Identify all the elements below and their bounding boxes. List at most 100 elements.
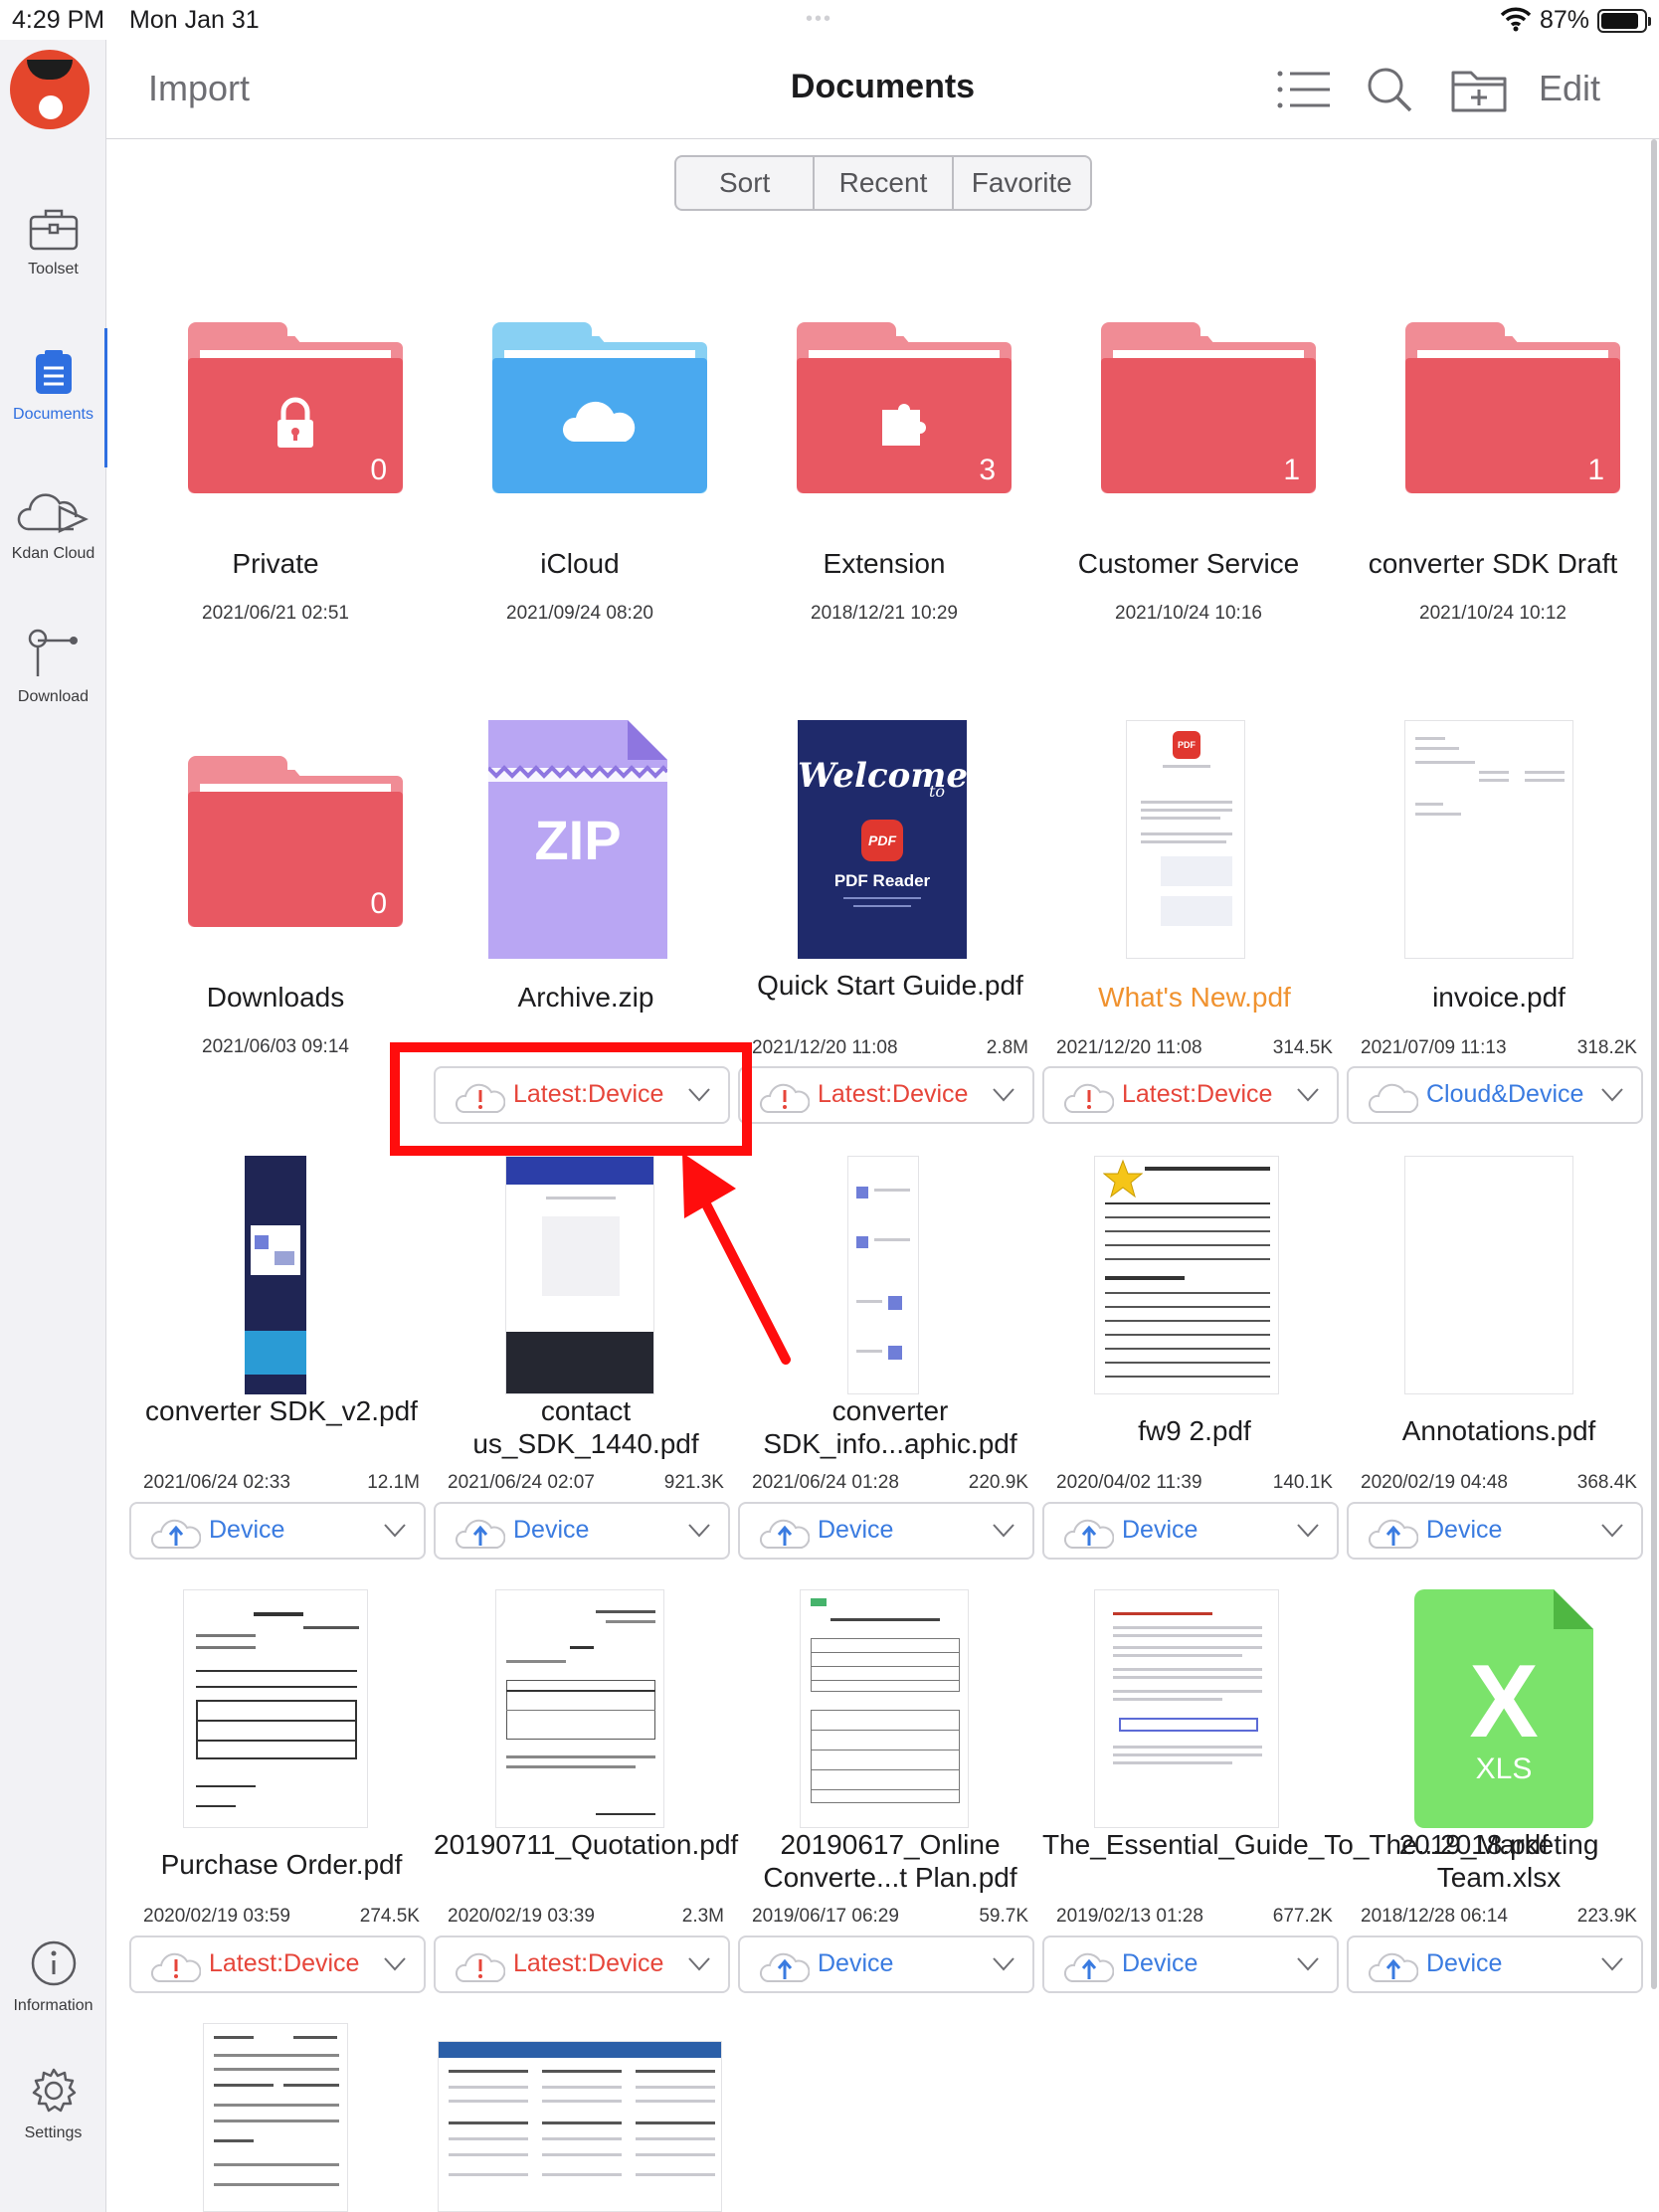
toolbox-icon bbox=[29, 209, 78, 251]
sync-status-button[interactable]: Device bbox=[738, 1936, 1034, 1993]
cloud-warning-icon bbox=[759, 1083, 810, 1113]
cloud-upload-icon bbox=[1063, 1952, 1114, 1982]
sync-status-button[interactable]: Device bbox=[1042, 1502, 1339, 1560]
cloud-upload-icon bbox=[1368, 1952, 1418, 1982]
item-size: 2.8M bbox=[986, 1037, 1028, 1058]
star-icon bbox=[1103, 1159, 1143, 1198]
item-date: 2018/12/28 06:14 bbox=[1361, 1906, 1508, 1927]
item-date: 2021/10/24 10:12 bbox=[1419, 603, 1567, 624]
segment-favorite[interactable]: Favorite bbox=[954, 157, 1090, 209]
sidebar-item-label: Settings bbox=[24, 2124, 83, 2141]
sidebar-item-label: Toolset bbox=[28, 261, 79, 277]
sync-status-button[interactable]: Latest:Device bbox=[434, 1936, 730, 1993]
item-name: Customer Service bbox=[1077, 548, 1300, 579]
sync-status-label: Latest:Device bbox=[1122, 1080, 1273, 1108]
converter-sdk-info-thumbnail bbox=[847, 1156, 919, 1394]
pdf-badge-icon: PDF bbox=[1173, 731, 1200, 759]
cloud-warning-icon bbox=[455, 1952, 505, 1982]
sidebar-item-download[interactable]: Download bbox=[0, 627, 106, 706]
chevron-down-icon bbox=[1297, 1957, 1319, 1971]
import-button[interactable]: Import bbox=[148, 68, 250, 109]
list-view-button[interactable] bbox=[1276, 64, 1332, 115]
cloud-icon bbox=[1368, 1083, 1418, 1113]
status-date: Mon Jan 31 bbox=[129, 6, 260, 34]
edit-button[interactable]: Edit bbox=[1539, 68, 1600, 109]
sync-status-button[interactable]: Device bbox=[129, 1502, 426, 1560]
partial-document-thumbnail[interactable] bbox=[203, 2023, 348, 2212]
item-name: Purchase Order.pdf bbox=[160, 1849, 403, 1880]
sidebar-item-toolset[interactable]: Toolset bbox=[0, 207, 106, 278]
partial-document-thumbnail[interactable] bbox=[438, 2041, 722, 2212]
item-name: 2019_Marketing Team.xlsx bbox=[1398, 1829, 1599, 1893]
item-name: converter SDK_v2.pdf bbox=[145, 1395, 418, 1426]
item-name: invoice.pdf bbox=[1432, 982, 1566, 1013]
sync-status-button[interactable]: Latest:Device bbox=[129, 1936, 426, 1993]
item-count: 1 bbox=[1283, 454, 1300, 486]
segment-recent[interactable]: Recent bbox=[815, 157, 954, 209]
sync-status-label: Device bbox=[513, 1516, 590, 1544]
sync-status-button[interactable]: Device bbox=[1347, 1502, 1643, 1560]
documents-icon bbox=[35, 350, 72, 394]
item-date: 2020/04/02 11:39 bbox=[1056, 1472, 1202, 1493]
sync-status-button[interactable]: Latest:Device bbox=[1042, 1066, 1339, 1124]
item-date: 2020/02/19 03:59 bbox=[143, 1906, 290, 1927]
item-name: converter SDK_info...aphic.pdf bbox=[763, 1395, 1017, 1459]
sidebar-item-label: Documents bbox=[13, 406, 93, 423]
scroll-indicator[interactable] bbox=[1651, 139, 1657, 1989]
top-bar: Import Documents Edit bbox=[106, 40, 1659, 139]
sync-status-label: Device bbox=[818, 1949, 894, 1977]
item-size: 12.1M bbox=[367, 1472, 420, 1493]
item-name: Quick Start Guide.pdf bbox=[757, 970, 1023, 1001]
sync-status-button[interactable]: Device bbox=[1347, 1936, 1643, 1993]
sync-status-label: Device bbox=[209, 1516, 285, 1544]
sync-status-button[interactable]: Cloud&Device bbox=[1347, 1066, 1643, 1124]
annotation-highlight-box bbox=[390, 1042, 752, 1156]
sidebar-item-settings[interactable]: Settings bbox=[0, 2067, 106, 2142]
sync-status-button[interactable]: Device bbox=[434, 1502, 730, 1560]
item-size: 314.5K bbox=[1272, 1037, 1333, 1058]
sync-status-button[interactable]: Device bbox=[738, 1502, 1034, 1560]
item-date: 2020/02/19 03:39 bbox=[448, 1906, 595, 1927]
item-name: Annotations.pdf bbox=[1401, 1415, 1596, 1446]
item-size: 368.4K bbox=[1576, 1472, 1637, 1493]
chevron-down-icon bbox=[993, 1524, 1014, 1538]
item-size: 318.2K bbox=[1576, 1037, 1637, 1058]
search-button[interactable] bbox=[1362, 64, 1417, 115]
sync-status-button[interactable]: Device bbox=[1042, 1936, 1339, 1993]
gear-icon bbox=[32, 2068, 76, 2113]
xls-x-glyph: X bbox=[1469, 1644, 1538, 1759]
battery-icon bbox=[1597, 9, 1651, 33]
cloud-warning-icon bbox=[1063, 1083, 1114, 1113]
sidebar-item-information[interactable]: Information bbox=[0, 1939, 106, 2015]
multitask-dots-icon[interactable]: ••• bbox=[806, 8, 832, 31]
annotation-arrow-icon bbox=[682, 1153, 791, 1365]
sidebar-item-kdan-cloud[interactable]: Kdan Cloud bbox=[0, 487, 106, 563]
folder-private-icon: 0 bbox=[188, 322, 403, 493]
contact-us-thumbnail bbox=[505, 1156, 654, 1394]
sidebar-item-documents[interactable]: Documents bbox=[0, 328, 107, 467]
zip-label: ZIP bbox=[534, 809, 621, 871]
item-name: iCloud bbox=[540, 548, 620, 579]
folder-icloud-icon bbox=[492, 322, 707, 493]
item-name: converter SDK Draft bbox=[1368, 548, 1618, 579]
sync-status-label: Device bbox=[1426, 1949, 1503, 1977]
cloud-upload-icon bbox=[150, 1519, 201, 1549]
sync-status-label: Device bbox=[818, 1516, 894, 1544]
chevron-down-icon bbox=[1297, 1524, 1319, 1538]
item-count: 3 bbox=[979, 454, 996, 486]
chevron-down-icon bbox=[1601, 1524, 1623, 1538]
item-date: 2019/02/13 01:28 bbox=[1056, 1906, 1203, 1927]
new-folder-button[interactable] bbox=[1451, 64, 1507, 115]
sidebar-item-label: Information bbox=[13, 1997, 93, 2014]
app-logo[interactable] bbox=[10, 50, 90, 129]
cloud-upload-icon bbox=[759, 1952, 810, 1982]
segment-sort[interactable]: Sort bbox=[676, 157, 816, 209]
item-date: 2021/06/24 02:33 bbox=[143, 1472, 290, 1493]
sync-status-button[interactable]: Latest:Device bbox=[738, 1066, 1034, 1124]
item-date: 2021/12/20 11:08 bbox=[1056, 1037, 1202, 1058]
essential-guide-thumbnail bbox=[1094, 1589, 1279, 1828]
converter-sdk-v2-thumbnail bbox=[245, 1156, 306, 1394]
item-name: Archive.zip bbox=[517, 982, 654, 1013]
item-date: 2020/02/19 04:48 bbox=[1361, 1472, 1508, 1493]
item-count: 0 bbox=[370, 887, 387, 920]
